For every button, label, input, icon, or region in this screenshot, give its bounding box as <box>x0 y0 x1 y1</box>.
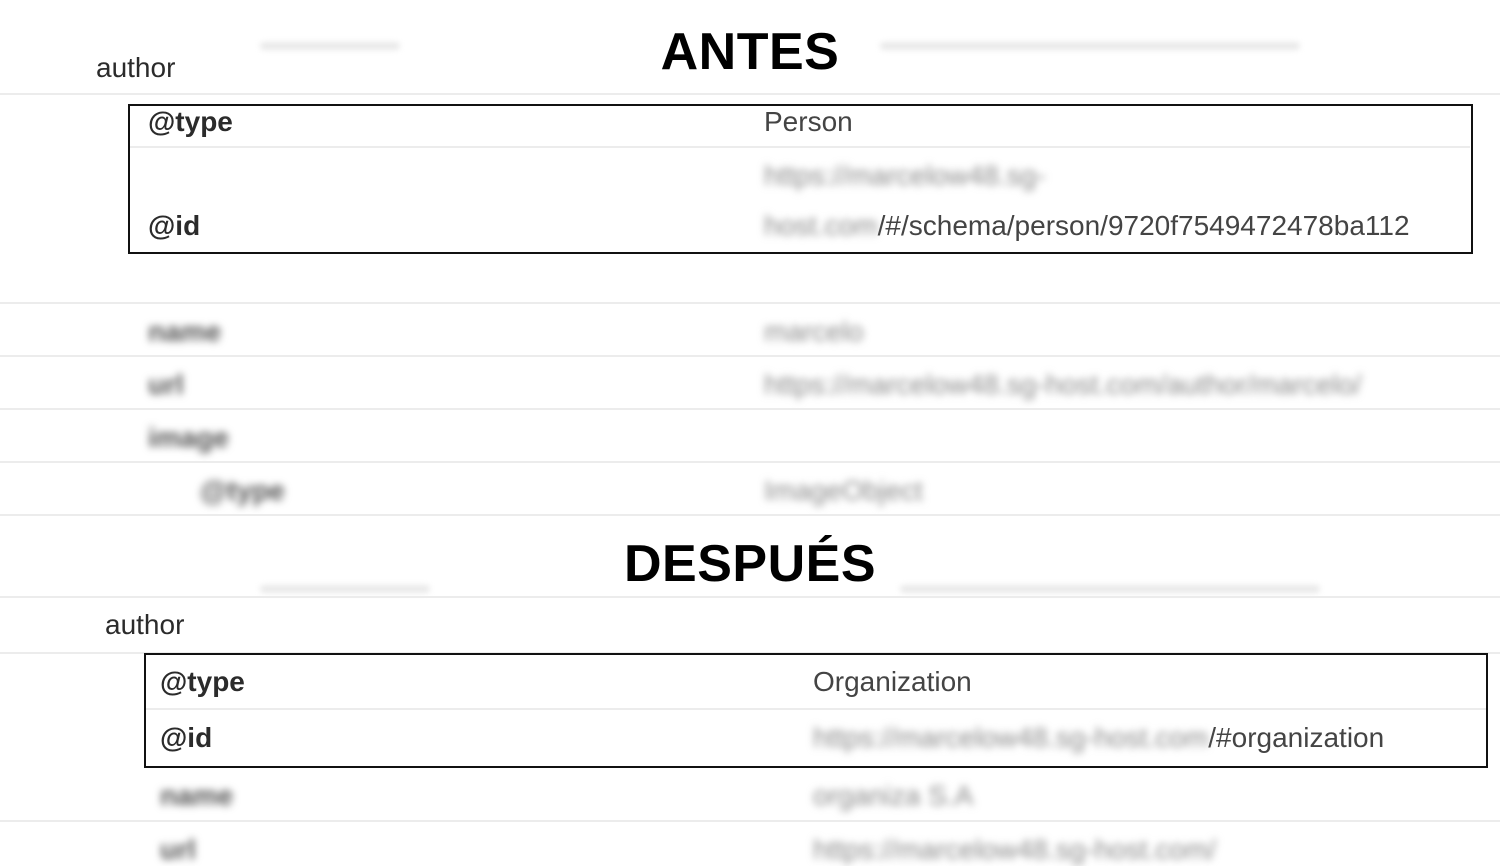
before-url-value: https://marcelow48.sg-host.com/author/ma… <box>764 369 1362 400</box>
before-name-value: marcelo <box>764 316 864 347</box>
before-image-type-value: ImageObject <box>764 475 923 506</box>
divider <box>0 408 1500 410</box>
after-id-value-blurred-host: https://marcelow48.sg-host.com <box>813 722 1209 753</box>
divider <box>0 302 1500 304</box>
divider <box>0 820 1500 822</box>
before-id-value-path: /#/schema/person/9720f7549472478ba112 <box>877 210 1410 241</box>
before-type-value: Person <box>764 106 853 137</box>
before-image-key: image <box>148 422 229 453</box>
before-url-key: url <box>148 369 184 400</box>
before-id-value-blurred-host: host.com <box>764 210 878 241</box>
before-id-value-blurred: https://marcelow48.sg- <box>764 160 1046 191</box>
after-url-value: https://marcelow48.sg-host.com/ <box>813 834 1217 865</box>
divider <box>0 93 1500 95</box>
divider <box>0 596 1500 598</box>
before-id-value: host.com/#/schema/person/9720f7549472478… <box>764 210 1410 242</box>
before-name-key: name <box>148 316 222 347</box>
after-name-key: name <box>160 780 234 811</box>
after-id-value-fragment: /#organization <box>1208 722 1385 753</box>
divider <box>0 461 1500 463</box>
divider <box>0 355 1500 357</box>
after-heading: DESPUÉS <box>623 535 877 593</box>
after-type-value: Organization <box>813 666 972 697</box>
before-id-key: @id <box>148 210 201 241</box>
after-name-value: organiza S.A <box>813 780 974 811</box>
divider <box>146 708 1486 710</box>
after-type-key: @type <box>160 666 245 697</box>
before-type-key: @type <box>148 106 233 137</box>
before-image-type-key: @type <box>200 475 285 506</box>
divider <box>0 514 1500 516</box>
after-url-key: url <box>160 834 196 865</box>
after-id-value: https://marcelow48.sg-host.com/#organiza… <box>813 722 1384 754</box>
before-author-label: author <box>96 52 176 83</box>
divider <box>130 146 1470 148</box>
after-author-label: author <box>105 609 185 640</box>
after-id-key: @id <box>160 722 213 753</box>
before-heading: ANTES <box>660 23 840 81</box>
